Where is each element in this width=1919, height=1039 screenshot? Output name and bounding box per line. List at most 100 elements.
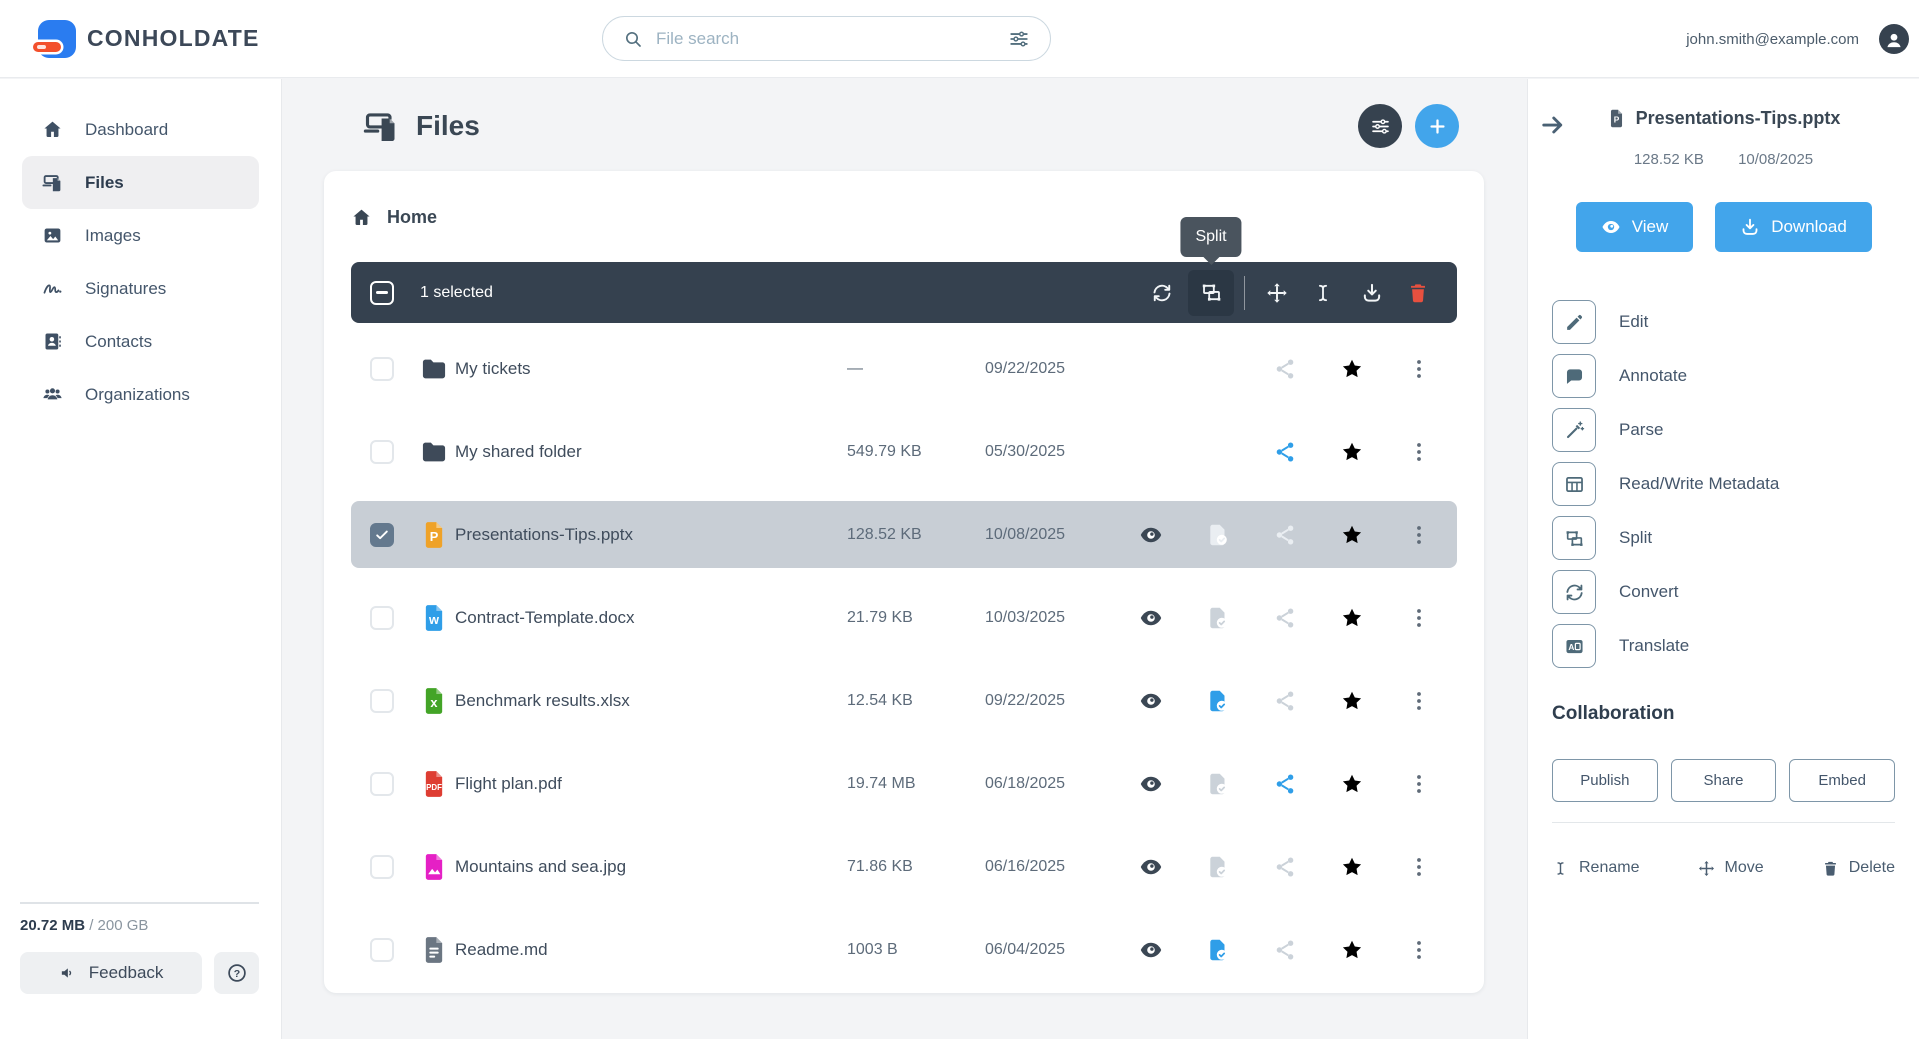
- search-filter-icon[interactable]: [1008, 28, 1030, 50]
- move-button[interactable]: Move: [1698, 859, 1764, 877]
- share-icon[interactable]: [1273, 938, 1297, 962]
- feedback-button[interactable]: Feedback: [20, 952, 202, 994]
- share-button[interactable]: Share: [1671, 759, 1777, 802]
- action-translate[interactable]: Translate: [1552, 619, 1895, 673]
- delete-button[interactable]: Delete: [1822, 859, 1895, 877]
- document-status-icon[interactable]: [1206, 938, 1230, 962]
- more-options-icon[interactable]: [1407, 606, 1431, 630]
- file-row[interactable]: x Benchmark results.xlsx 12.54 KB 09/22/…: [351, 659, 1457, 742]
- share-icon[interactable]: [1273, 523, 1297, 547]
- file-row[interactable]: Readme.md 1003 B 06/04/2025: [351, 908, 1457, 991]
- view-button[interactable]: View: [1576, 202, 1693, 252]
- more-options-icon[interactable]: [1407, 855, 1431, 879]
- move-icon[interactable]: [1266, 282, 1288, 304]
- jpg-file-icon: [420, 853, 448, 881]
- document-status-icon[interactable]: [1206, 855, 1230, 879]
- sidebar-item-contacts[interactable]: Contacts: [22, 315, 259, 368]
- select-all-checkbox[interactable]: [370, 281, 394, 305]
- row-checkbox[interactable]: [370, 772, 394, 796]
- favorite-star-icon[interactable]: [1340, 772, 1364, 796]
- document-status-icon[interactable]: [1206, 772, 1230, 796]
- row-checkbox[interactable]: [370, 689, 394, 713]
- file-size: 1003 B: [847, 941, 898, 959]
- file-row[interactable]: My tickets — 09/22/2025: [351, 327, 1457, 410]
- row-checkbox[interactable]: [370, 523, 394, 547]
- sidebar-item-images[interactable]: Images: [22, 209, 259, 262]
- preview-eye-icon[interactable]: [1139, 772, 1163, 796]
- share-icon[interactable]: [1273, 440, 1297, 464]
- delete-icon[interactable]: [1407, 282, 1429, 304]
- action-annotate[interactable]: Annotate: [1552, 349, 1895, 403]
- file-row[interactable]: My shared folder 549.79 KB 05/30/2025: [351, 410, 1457, 493]
- favorite-star-icon[interactable]: [1340, 855, 1364, 879]
- file-row[interactable]: PDF Flight plan.pdf 19.74 MB 06/18/2025: [351, 742, 1457, 825]
- share-icon[interactable]: [1273, 855, 1297, 879]
- action-convert[interactable]: Convert: [1552, 565, 1895, 619]
- preview-eye-icon[interactable]: [1139, 855, 1163, 879]
- breadcrumb[interactable]: Home: [351, 197, 437, 237]
- action-edit[interactable]: Edit: [1552, 295, 1895, 349]
- folder-icon: [420, 355, 448, 383]
- sidebar-item-dashboard[interactable]: Dashboard: [22, 103, 259, 156]
- document-status-icon[interactable]: [1206, 606, 1230, 630]
- split-button[interactable]: Split: [1188, 270, 1234, 316]
- file-row[interactable]: Mountains and sea.jpg 71.86 KB 06/16/202…: [351, 825, 1457, 908]
- share-icon[interactable]: [1273, 606, 1297, 630]
- sidebar-item-files[interactable]: Files: [22, 156, 259, 209]
- document-status-icon[interactable]: [1206, 689, 1230, 713]
- more-options-icon[interactable]: [1407, 357, 1431, 381]
- help-button[interactable]: [214, 952, 259, 994]
- share-icon[interactable]: [1273, 357, 1297, 381]
- more-options-icon[interactable]: [1407, 689, 1431, 713]
- split-tooltip: Split: [1180, 217, 1241, 257]
- favorite-star-icon[interactable]: [1340, 523, 1364, 547]
- search-input[interactable]: [656, 29, 995, 49]
- preview-eye-icon[interactable]: [1139, 689, 1163, 713]
- split-icon: [1200, 281, 1223, 304]
- pptx-file-icon: [1607, 109, 1626, 128]
- rename-button[interactable]: Rename: [1552, 859, 1639, 877]
- favorite-star-icon[interactable]: [1340, 689, 1364, 713]
- action-parse[interactable]: Parse: [1552, 403, 1895, 457]
- file-date: 10/03/2025: [985, 609, 1065, 627]
- more-options-icon[interactable]: [1407, 772, 1431, 796]
- preview-eye-icon[interactable]: [1139, 523, 1163, 547]
- more-options-icon[interactable]: [1407, 938, 1431, 962]
- row-checkbox[interactable]: [370, 855, 394, 879]
- favorite-star-icon[interactable]: [1340, 357, 1364, 381]
- pencil-icon: [1564, 312, 1585, 333]
- favorite-star-icon[interactable]: [1340, 938, 1364, 962]
- download-button[interactable]: Download: [1715, 202, 1872, 252]
- view-settings-button[interactable]: [1358, 104, 1402, 148]
- more-options-icon[interactable]: [1407, 440, 1431, 464]
- document-status-icon[interactable]: [1206, 523, 1230, 547]
- sidebar-item-signatures[interactable]: Signatures: [22, 262, 259, 315]
- preview-eye-icon[interactable]: [1139, 606, 1163, 630]
- file-row-selected[interactable]: P Presentations-Tips.pptx 128.52 KB 10/0…: [351, 493, 1457, 576]
- svg-text:w: w: [428, 612, 439, 627]
- favorite-star-icon[interactable]: [1340, 606, 1364, 630]
- publish-button[interactable]: Publish: [1552, 759, 1658, 802]
- more-options-icon[interactable]: [1407, 523, 1431, 547]
- row-checkbox[interactable]: [370, 606, 394, 630]
- action-split[interactable]: Split: [1552, 511, 1895, 565]
- file-list: My tickets — 09/22/2025 My shared folder…: [351, 327, 1457, 991]
- embed-button[interactable]: Embed: [1789, 759, 1895, 802]
- sidebar-item-organizations[interactable]: Organizations: [22, 368, 259, 421]
- row-checkbox[interactable]: [370, 440, 394, 464]
- action-metadata[interactable]: Read/Write Metadata: [1552, 457, 1895, 511]
- preview-eye-icon[interactable]: [1139, 938, 1163, 962]
- convert-icon[interactable]: [1151, 282, 1173, 304]
- download-icon[interactable]: [1361, 282, 1383, 304]
- share-icon[interactable]: [1273, 689, 1297, 713]
- file-size: 71.86 KB: [847, 858, 913, 876]
- row-checkbox[interactable]: [370, 938, 394, 962]
- favorite-star-icon[interactable]: [1340, 440, 1364, 464]
- share-icon[interactable]: [1273, 772, 1297, 796]
- add-file-button[interactable]: [1415, 104, 1459, 148]
- rename-icon[interactable]: [1312, 282, 1334, 304]
- file-row[interactable]: w Contract-Template.docx 21.79 KB 10/03/…: [351, 576, 1457, 659]
- folder-icon: [420, 438, 448, 466]
- row-checkbox[interactable]: [370, 357, 394, 381]
- avatar[interactable]: [1879, 24, 1909, 54]
